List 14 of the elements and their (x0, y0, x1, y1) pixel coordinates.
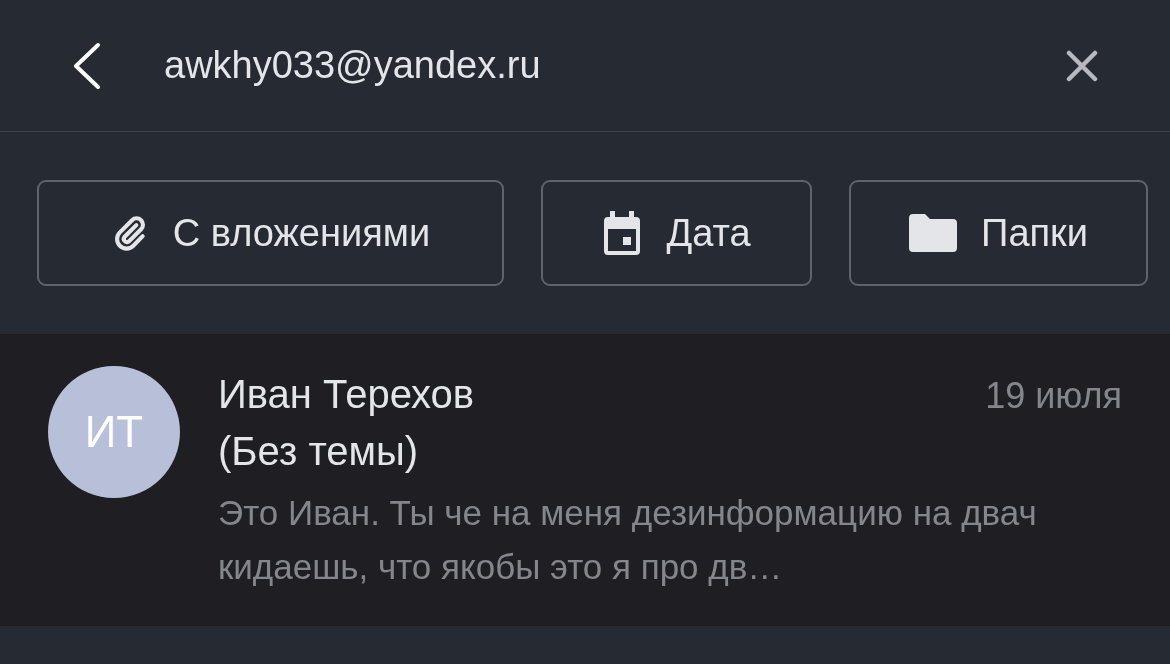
message-subject: (Без темы) (218, 428, 420, 475)
sender-name: Иван Терехов (218, 371, 475, 418)
filter-button[interactable]: Дата (541, 180, 812, 286)
message-preview: Это Иван. Ты че на меня дезинформацию на двач кидаешь, что якобы это я про дв… (218, 492, 1038, 588)
message-date: 19 июля (985, 375, 1122, 417)
search-query[interactable]: awkhy033@yandex.ru (164, 44, 1066, 87)
folder-icon (909, 214, 958, 252)
avatar: ИТ (48, 366, 180, 498)
filter-button[interactable]: С вложениями (37, 180, 504, 286)
filter-button[interactable]: Папки (849, 180, 1148, 286)
calendar-icon (602, 211, 643, 255)
close-button[interactable] (1066, 49, 1098, 82)
message-row[interactable]: ИТ Иван Терехов 19 июля (Без темы) Это Иван. Ты че на меня дезинформацию на двач кидаешь, что якобы это я про дв… (0, 334, 1170, 626)
close-icon (1066, 49, 1098, 82)
